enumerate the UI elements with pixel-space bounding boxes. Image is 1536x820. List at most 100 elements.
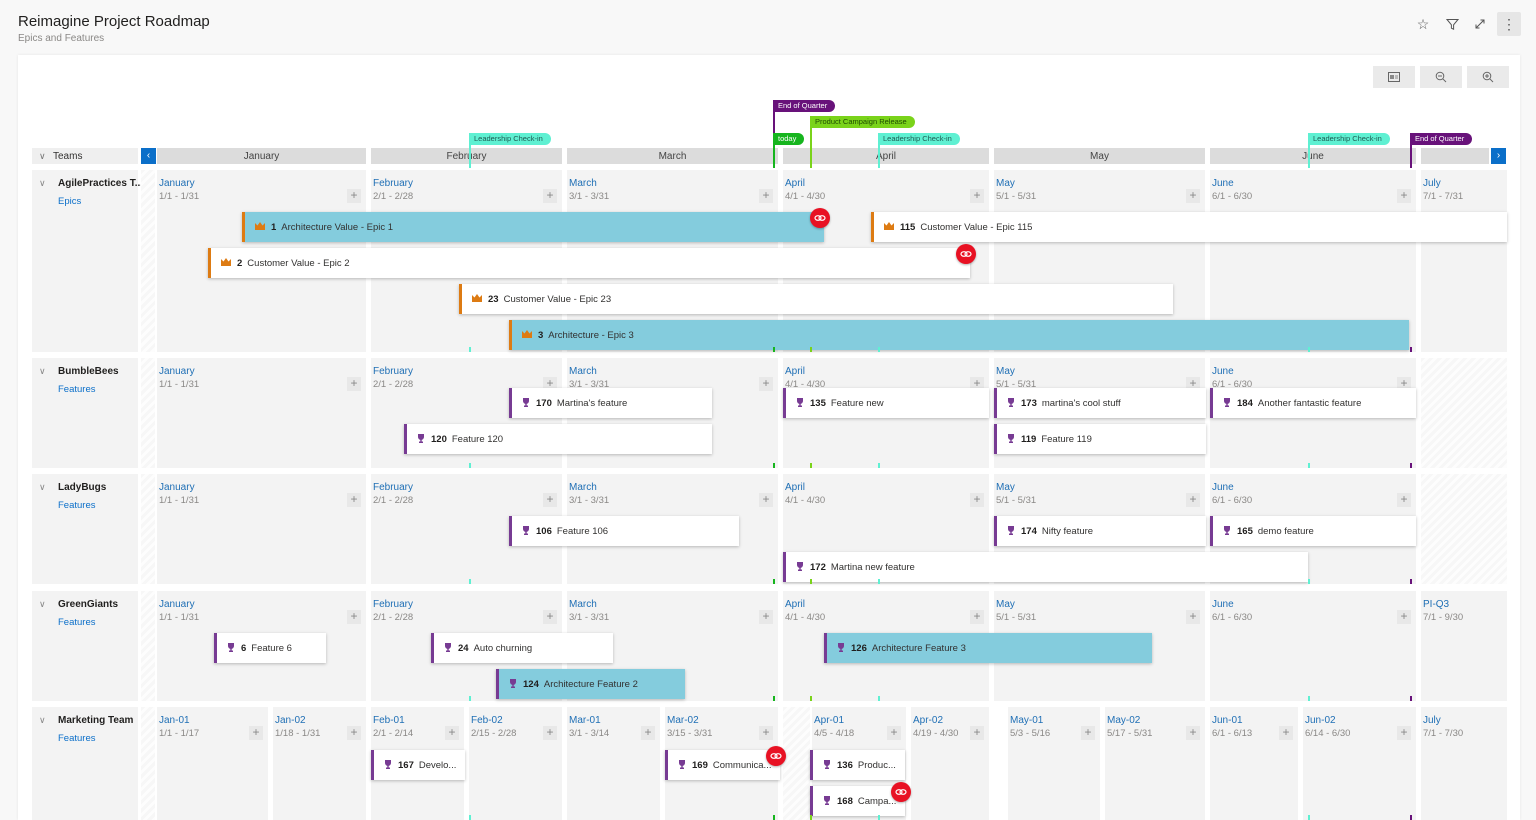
- iteration-label[interactable]: PI-Q3: [1423, 599, 1449, 610]
- epic-card[interactable]: 23 Customer Value - Epic 23: [459, 284, 1173, 314]
- add-item-button[interactable]: +: [759, 726, 773, 740]
- feature-card[interactable]: 135 Feature new: [783, 388, 989, 418]
- dependency-badge[interactable]: [766, 746, 786, 766]
- add-item-button[interactable]: +: [1397, 189, 1411, 203]
- dependency-badge[interactable]: [956, 244, 976, 264]
- iteration-label[interactable]: June: [1212, 366, 1234, 377]
- backlog-level-link[interactable]: Features: [58, 617, 96, 628]
- add-item-button[interactable]: +: [759, 189, 773, 203]
- feature-card[interactable]: 184 Another fantastic feature: [1210, 388, 1416, 418]
- iteration-label[interactable]: January: [159, 366, 195, 377]
- feature-card[interactable]: 120 Feature 120: [404, 424, 712, 454]
- feature-card[interactable]: 106 Feature 106: [509, 516, 739, 546]
- iteration-label[interactable]: May-01: [1010, 715, 1043, 726]
- feature-card[interactable]: 172 Martina new feature: [783, 552, 1308, 582]
- feature-card[interactable]: 126 Architecture Feature 3: [824, 633, 1152, 663]
- iteration-label[interactable]: March: [569, 366, 597, 377]
- iteration-label[interactable]: Feb-01: [373, 715, 405, 726]
- add-item-button[interactable]: +: [543, 610, 557, 624]
- add-item-button[interactable]: +: [347, 377, 361, 391]
- add-item-button[interactable]: +: [1397, 726, 1411, 740]
- add-item-button[interactable]: +: [543, 493, 557, 507]
- add-item-button[interactable]: +: [970, 189, 984, 203]
- add-item-button[interactable]: +: [445, 726, 459, 740]
- iteration-label[interactable]: July: [1423, 715, 1441, 726]
- backlog-level-link[interactable]: Features: [58, 733, 96, 744]
- feature-card[interactable]: 124 Architecture Feature 2: [496, 669, 685, 699]
- iteration-label[interactable]: January: [159, 482, 195, 493]
- epic-card[interactable]: 115 Customer Value - Epic 115: [871, 212, 1507, 242]
- add-item-button[interactable]: +: [970, 610, 984, 624]
- iteration-label[interactable]: April: [785, 482, 805, 493]
- more-icon[interactable]: ⋮: [1497, 12, 1521, 36]
- iteration-label[interactable]: March: [569, 599, 597, 610]
- iteration-label[interactable]: June: [1212, 482, 1234, 493]
- add-item-button[interactable]: +: [759, 377, 773, 391]
- chevron-down-icon[interactable]: ∨: [39, 482, 46, 493]
- milestone-flag[interactable]: End of Quarter: [1410, 133, 1473, 145]
- add-item-button[interactable]: +: [543, 189, 557, 203]
- epic-card[interactable]: 3 Architecture - Epic 3: [509, 320, 1409, 350]
- iteration-label[interactable]: May: [996, 482, 1015, 493]
- dependency-badge[interactable]: [810, 208, 830, 228]
- milestone-flag[interactable]: Leadership Check-in: [1308, 133, 1390, 145]
- milestone-flag[interactable]: Product Campaign Release: [810, 116, 915, 128]
- epic-card[interactable]: 2 Customer Value - Epic 2: [208, 248, 970, 278]
- add-item-button[interactable]: +: [1081, 726, 1095, 740]
- iteration-label[interactable]: May: [996, 178, 1015, 189]
- chevron-down-icon[interactable]: ∨: [39, 178, 46, 189]
- star-icon[interactable]: ☆: [1411, 12, 1435, 36]
- add-item-button[interactable]: +: [1186, 726, 1200, 740]
- iteration-label[interactable]: May: [996, 599, 1015, 610]
- backlog-level-link[interactable]: Features: [58, 500, 96, 511]
- iteration-label[interactable]: Mar-01: [569, 715, 601, 726]
- epic-card[interactable]: 1 Architecture Value - Epic 1: [242, 212, 824, 242]
- iteration-label[interactable]: Jan-01: [159, 715, 190, 726]
- add-item-button[interactable]: +: [1397, 493, 1411, 507]
- add-item-button[interactable]: +: [1186, 189, 1200, 203]
- add-item-button[interactable]: +: [887, 726, 901, 740]
- add-item-button[interactable]: +: [1186, 610, 1200, 624]
- feature-card[interactable]: 24 Auto churning: [431, 633, 613, 663]
- iteration-label[interactable]: February: [373, 178, 413, 189]
- feature-card[interactable]: 165 demo feature: [1210, 516, 1416, 546]
- backlog-level-link[interactable]: Epics: [58, 196, 81, 207]
- iteration-label[interactable]: April: [785, 599, 805, 610]
- zoom-in-button[interactable]: [1467, 66, 1509, 88]
- feature-card[interactable]: 170 Martina's feature: [509, 388, 712, 418]
- scroll-right-button[interactable]: ›: [1491, 148, 1506, 164]
- zoom-out-button[interactable]: [1420, 66, 1462, 88]
- scroll-left-button[interactable]: ‹: [141, 148, 156, 164]
- feature-card[interactable]: 174 Nifty feature: [994, 516, 1206, 546]
- add-item-button[interactable]: +: [759, 493, 773, 507]
- add-item-button[interactable]: +: [543, 726, 557, 740]
- add-item-button[interactable]: +: [1186, 493, 1200, 507]
- iteration-label[interactable]: May: [996, 366, 1015, 377]
- add-item-button[interactable]: +: [347, 726, 361, 740]
- backlog-toggle-button[interactable]: [1373, 66, 1415, 88]
- iteration-label[interactable]: June: [1212, 599, 1234, 610]
- add-item-button[interactable]: +: [970, 493, 984, 507]
- iteration-label[interactable]: Jun-01: [1212, 715, 1243, 726]
- add-item-button[interactable]: +: [347, 189, 361, 203]
- feature-card[interactable]: 119 Feature 119: [994, 424, 1206, 454]
- iteration-label[interactable]: July: [1423, 178, 1441, 189]
- iteration-label[interactable]: March: [569, 482, 597, 493]
- dependency-badge[interactable]: [891, 782, 911, 802]
- add-item-button[interactable]: +: [1279, 726, 1293, 740]
- teams-header[interactable]: ∨ Teams: [32, 148, 138, 164]
- iteration-label[interactable]: Jan-02: [275, 715, 306, 726]
- filter-icon[interactable]: [1440, 12, 1464, 36]
- iteration-label[interactable]: Jun-02: [1305, 715, 1336, 726]
- add-item-button[interactable]: +: [347, 610, 361, 624]
- expand-icon[interactable]: [1468, 12, 1492, 36]
- chevron-down-icon[interactable]: ∨: [39, 366, 46, 377]
- iteration-label[interactable]: January: [159, 178, 195, 189]
- iteration-label[interactable]: March: [569, 178, 597, 189]
- chevron-down-icon[interactable]: ∨: [39, 599, 46, 610]
- iteration-label[interactable]: April: [785, 366, 805, 377]
- feature-card[interactable]: 136 Produc...: [810, 750, 905, 780]
- feature-card[interactable]: 173 martina's cool stuff: [994, 388, 1206, 418]
- feature-card[interactable]: 6 Feature 6: [214, 633, 326, 663]
- milestone-flag[interactable]: End of Quarter: [773, 100, 836, 112]
